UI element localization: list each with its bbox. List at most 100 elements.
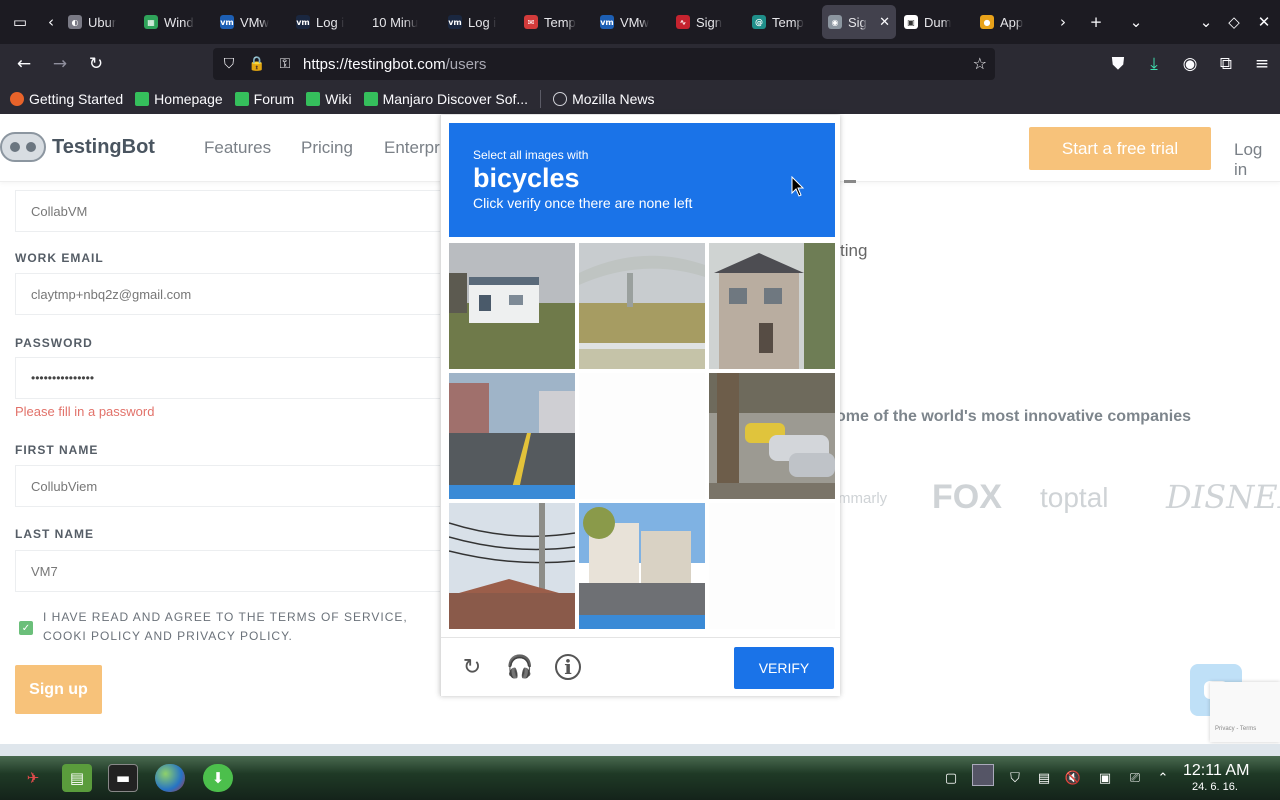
forward-icon[interactable]: → xyxy=(42,48,78,80)
globe-icon xyxy=(553,92,568,106)
login-link[interactable]: Log in xyxy=(1234,140,1280,180)
tile-house[interactable] xyxy=(709,243,835,369)
browser-tab[interactable]: 10 Minu xyxy=(366,5,440,39)
browser-tab[interactable]: ● App xyxy=(974,5,1048,39)
minimize-window-icon[interactable]: ⌄ xyxy=(1192,0,1220,44)
browser-tab[interactable]: vm VMw xyxy=(594,5,668,39)
tile-residential[interactable] xyxy=(579,503,705,629)
bookmarks-toolbar: Getting Started Homepage Forum Wiki Manjaro … xyxy=(0,84,1280,114)
browser-tab[interactable]: ◐ Ubur xyxy=(62,5,136,39)
bookmark-item[interactable]: Manjaro Discover Sof... xyxy=(363,91,528,107)
tile-parked-cars[interactable] xyxy=(709,373,835,499)
lock-icon[interactable]: 🔒 xyxy=(243,56,271,72)
reload-challenge-icon[interactable]: ↻ xyxy=(459,654,485,680)
tab-scroll-left-icon[interactable]: ‹ xyxy=(40,0,62,44)
nav-pricing[interactable]: Pricing xyxy=(301,138,353,158)
firefox-view-icon[interactable]: ▭ xyxy=(0,0,40,44)
app-menu-icon[interactable]: ✈ xyxy=(18,764,48,792)
browser-tab[interactable]: vm Log i xyxy=(442,5,516,39)
tab-scroll-right-icon[interactable]: › xyxy=(1050,0,1076,44)
ubuntu-icon: ◐ xyxy=(68,15,82,29)
nav-features[interactable]: Features xyxy=(204,138,271,158)
maximize-window-icon[interactable]: ◇ xyxy=(1220,0,1248,44)
tab-title: Temp xyxy=(544,14,576,30)
browser-globe-icon[interactable] xyxy=(155,764,185,792)
info-icon[interactable]: i xyxy=(555,654,581,680)
bookmark-item[interactable]: Getting Started xyxy=(10,91,123,107)
browser-tab[interactable]: ∿ Sign xyxy=(670,5,744,39)
tray-expand-icon[interactable]: ⌃ xyxy=(1154,769,1172,787)
clock-date[interactable]: 24. 6. 16. xyxy=(1192,781,1238,793)
browser-tab[interactable]: ▦ Wind xyxy=(138,5,212,39)
screen-icon[interactable] xyxy=(972,764,994,786)
downloads-icon[interactable]: ⤓ xyxy=(1136,48,1172,80)
save-icon[interactable]: ▣ xyxy=(1096,769,1114,787)
bookmark-star-icon[interactable]: ☆ xyxy=(973,54,987,73)
browser-tab[interactable]: ◉ Sig ✕ xyxy=(822,5,896,39)
download-manager-icon[interactable]: ⬇ xyxy=(203,764,233,792)
new-tab-icon[interactable]: + xyxy=(1076,0,1116,44)
tab-title: VMw xyxy=(620,14,649,30)
url-text[interactable]: https://testingbot.com/users xyxy=(303,56,486,73)
vmware-icon: vm xyxy=(220,15,234,29)
verify-button[interactable]: VERIFY xyxy=(734,647,834,689)
bookmark-item[interactable]: Forum xyxy=(234,91,294,107)
bookmark-item[interactable]: Wiki xyxy=(306,91,352,107)
last-name-field[interactable]: VM7 xyxy=(15,550,445,592)
testingbot-logo[interactable]: TestingBot xyxy=(0,132,155,162)
security-shield-icon[interactable]: ⛉ xyxy=(1006,769,1024,787)
tile-empty-2[interactable] xyxy=(709,503,835,629)
close-window-icon[interactable]: ✕ xyxy=(1248,0,1280,44)
tile-street[interactable] xyxy=(449,373,575,499)
pocket-icon[interactable]: ⛊ xyxy=(1100,48,1136,80)
bookmark-item[interactable]: Homepage xyxy=(135,91,223,107)
tile-building-field[interactable] xyxy=(449,243,575,369)
shield-icon[interactable]: ⛉ xyxy=(215,56,243,72)
recaptcha-badge[interactable]: Privacy - Terms xyxy=(1210,682,1280,742)
list-all-tabs-icon[interactable]: ⌄ xyxy=(1116,0,1156,44)
browser-tab[interactable]: ✉ Temp xyxy=(518,5,592,39)
header-fragment xyxy=(844,180,856,183)
network-icon[interactable]: ⎚ xyxy=(1126,769,1144,787)
tile-power-lines[interactable] xyxy=(449,503,575,629)
clock-time[interactable]: 12:11 AM xyxy=(1183,762,1249,780)
reload-icon[interactable]: ↻ xyxy=(78,48,114,80)
browser-tab[interactable]: ▣ Dum xyxy=(898,5,972,39)
back-icon[interactable]: ← xyxy=(6,48,42,80)
start-free-trial-button[interactable]: Start a free trial xyxy=(1029,127,1211,170)
close-tab-icon[interactable]: ✕ xyxy=(879,15,890,30)
tile-empty[interactable] xyxy=(579,373,705,499)
nav-enterprise[interactable]: Enterpr xyxy=(384,138,440,158)
key-icon[interactable]: ⚿ xyxy=(271,56,299,72)
menu-icon[interactable]: ≡ xyxy=(1244,48,1280,80)
email-field[interactable]: claytmp+nbq2z@gmail.com xyxy=(15,273,445,315)
bookmark-label: Wiki xyxy=(325,91,352,107)
clipboard-icon[interactable]: ▤ xyxy=(1035,769,1053,787)
audio-challenge-icon[interactable]: 🎧 xyxy=(506,654,533,680)
account-icon[interactable]: ◉ xyxy=(1172,48,1208,80)
password-field[interactable]: ••••••••••••••• xyxy=(15,357,445,399)
volume-muted-icon[interactable]: 🔇 xyxy=(1064,769,1082,787)
show-desktop-icon[interactable]: ▢ xyxy=(942,769,960,787)
temp-icon: @ xyxy=(752,15,766,29)
file-manager-icon[interactable]: ▤ xyxy=(62,764,92,792)
bookmark-item[interactable]: Mozilla News xyxy=(553,91,655,107)
password-label: PASSWORD xyxy=(15,336,93,350)
extensions-icon[interactable]: ⧉ xyxy=(1208,48,1244,80)
tab-title: Sign xyxy=(696,14,723,30)
captcha-footer: ↻ 🎧 i VERIFY xyxy=(441,637,841,696)
bookmark-label: Getting Started xyxy=(29,91,124,107)
url-host: https://testingbot.com xyxy=(303,55,446,73)
url-bar[interactable]: ⛉ 🔒 ⚿ https://testingbot.com/users ☆ xyxy=(213,48,995,80)
company-field[interactable]: CollabVM xyxy=(15,190,445,232)
terms-checkbox[interactable]: ✓ xyxy=(19,621,33,635)
mail-icon: ✉ xyxy=(524,15,538,29)
signup-button[interactable]: Sign up xyxy=(15,665,102,714)
terminal-icon[interactable]: ▬ xyxy=(108,764,138,792)
first-name-field[interactable]: CollubViem xyxy=(15,465,445,507)
last-name-label: LAST NAME xyxy=(15,527,94,541)
browser-tab[interactable]: vm Log i xyxy=(290,5,364,39)
browser-tab[interactable]: vm VMw xyxy=(214,5,288,39)
tile-overpass[interactable] xyxy=(579,243,705,369)
browser-tab[interactable]: @ Temp xyxy=(746,5,820,39)
